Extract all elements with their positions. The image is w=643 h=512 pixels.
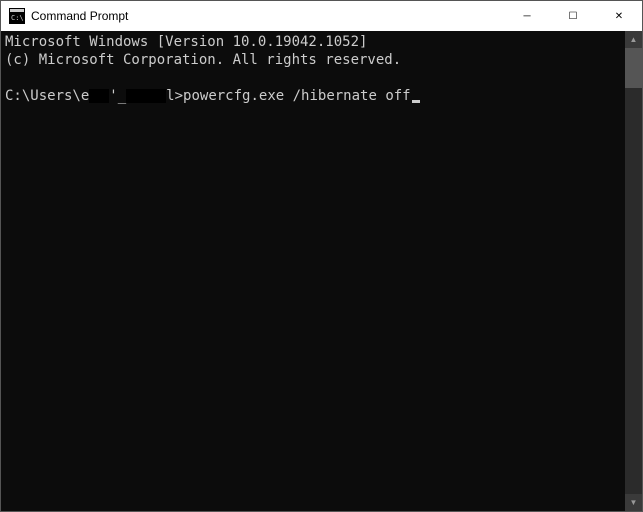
terminal-output[interactable]: Microsoft Windows [Version 10.0.19042.10… — [1, 31, 625, 511]
vertical-scrollbar[interactable]: ▲ ▼ — [625, 31, 642, 511]
minimize-button[interactable]: ─ — [504, 1, 550, 31]
redacted-username-part — [89, 89, 109, 103]
titlebar[interactable]: C:\ Command Prompt ─ ☐ ✕ — [1, 1, 642, 31]
minimize-icon: ─ — [523, 11, 530, 22]
terminal-line: Microsoft Windows [Version 10.0.19042.10… — [5, 33, 621, 51]
scroll-up-button[interactable]: ▲ — [625, 31, 642, 48]
client-area: Microsoft Windows [Version 10.0.19042.10… — [1, 31, 642, 511]
prompt-delimiter: > — [175, 88, 183, 104]
terminal-line: (c) Microsoft Corporation. All rights re… — [5, 51, 621, 69]
cmd-icon: C:\ — [9, 8, 25, 24]
close-button[interactable]: ✕ — [596, 1, 642, 31]
chevron-up-icon: ▲ — [630, 35, 638, 44]
text-cursor — [412, 100, 420, 103]
terminal-blank-line — [5, 69, 621, 87]
svg-text:C:\: C:\ — [11, 14, 24, 22]
scrollbar-thumb[interactable] — [625, 48, 642, 88]
close-icon: ✕ — [615, 11, 623, 22]
chevron-down-icon: ▼ — [630, 498, 638, 507]
scrollbar-track[interactable] — [625, 48, 642, 494]
maximize-button[interactable]: ☐ — [550, 1, 596, 31]
redacted-username-part — [126, 89, 166, 103]
scroll-down-button[interactable]: ▼ — [625, 494, 642, 511]
username-fragment: l — [166, 88, 174, 104]
typed-command: powercfg.exe /hibernate off — [183, 88, 411, 104]
command-prompt-window: C:\ Command Prompt ─ ☐ ✕ Microsoft Windo… — [0, 0, 643, 512]
terminal-prompt-line: C:\Users\e '_ l>powercfg.exe /hibernate of… — [5, 87, 621, 105]
window-title: Command Prompt — [31, 9, 128, 23]
maximize-icon: ☐ — [569, 11, 578, 22]
prompt-path-prefix: C:\Users\e — [5, 88, 89, 104]
username-fragment: '_ — [109, 88, 126, 104]
